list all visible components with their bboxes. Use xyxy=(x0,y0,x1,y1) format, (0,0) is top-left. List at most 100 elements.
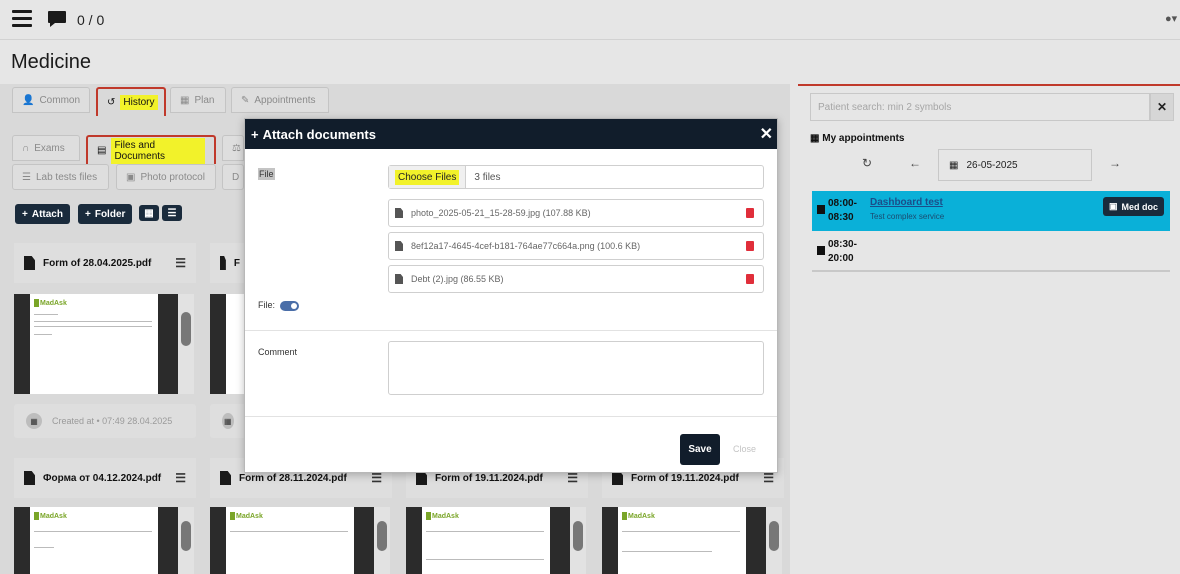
close-button[interactable]: Close xyxy=(733,444,756,454)
file-icon xyxy=(395,241,403,251)
file-label: File xyxy=(258,168,275,180)
menu-icon[interactable] xyxy=(12,10,32,28)
scrollbar[interactable] xyxy=(178,507,194,574)
logo-icon xyxy=(34,512,39,520)
my-appointments-label: My appointments xyxy=(822,133,905,144)
tab-lab-tests-files[interactable]: ☰ Lab tests files xyxy=(12,164,109,190)
file-icon xyxy=(24,256,35,270)
document-card-header[interactable]: Form of 28.04.2025.pdf ☰ xyxy=(14,243,196,283)
database-icon: ▤ xyxy=(97,145,107,156)
choose-files-button[interactable]: Choose Files xyxy=(389,166,467,188)
document-preview[interactable]: MadAsk xyxy=(406,507,586,574)
photo-icon: ▣ xyxy=(126,171,136,183)
attach-label: Attach xyxy=(31,208,63,220)
file-input[interactable]: Choose Files 3 files xyxy=(388,165,764,189)
document-title: Form of 28.04.2025.pdf xyxy=(43,257,152,269)
document-preview[interactable]: MadAsk xyxy=(602,507,782,574)
flask-icon: ⚖ xyxy=(232,142,241,154)
med-doc-label: Med doc xyxy=(1121,201,1158,212)
file-name: 8ef12a17-4645-4cef-b181-764ae77c664a.png… xyxy=(411,241,641,251)
menu-icon[interactable]: ☰ xyxy=(371,471,382,485)
appointment-item[interactable]: 08:00- 08:30 Dashboard test Test complex… xyxy=(812,191,1170,231)
tab-exams[interactable]: ∩ Exams xyxy=(12,135,80,161)
appointment-time: 08:30- 20:00 xyxy=(828,238,857,266)
arrow-right-icon[interactable]: → xyxy=(1109,156,1121,170)
menu-icon[interactable]: ☰ xyxy=(175,256,186,270)
tab-label: Files and Documents xyxy=(111,137,205,164)
divider xyxy=(245,416,777,417)
time-to: 20:00 xyxy=(828,253,854,264)
document-preview[interactable]: MadAsk xyxy=(210,507,390,574)
folder-button[interactable]: + Folder xyxy=(78,204,133,224)
calendar-icon: ▦ xyxy=(810,133,820,144)
document-title: F xyxy=(233,257,240,269)
tab-photo-protocol[interactable]: ▣ Photo protocol xyxy=(116,164,216,190)
appointment-title-link[interactable]: Dashboard test xyxy=(870,197,943,208)
plus-icon: + xyxy=(22,208,28,220)
menu-icon[interactable]: ☰ xyxy=(763,471,774,485)
document-preview[interactable]: MadAsk xyxy=(14,294,194,394)
preview-page: MadAsk xyxy=(422,507,550,574)
save-button[interactable]: Save xyxy=(680,434,720,465)
tab-history[interactable]: ↺ History xyxy=(96,87,166,116)
patient-search-input[interactable]: Patient search: min 2 symbols xyxy=(810,93,1150,121)
list-view-icon[interactable]: ☰ xyxy=(162,205,182,221)
file-icon xyxy=(220,471,231,485)
trash-icon[interactable] xyxy=(746,208,754,218)
attached-file: photo_2025-05-21_15-28-59.jpg (107.88 KB… xyxy=(388,199,764,227)
scroll-thumb[interactable] xyxy=(181,521,191,551)
chat-icon[interactable] xyxy=(47,10,67,28)
preview-page: MadAsk xyxy=(226,507,354,574)
preview-logo: MadAsk xyxy=(628,513,655,520)
scroll-thumb[interactable] xyxy=(377,521,387,551)
file-toggle[interactable] xyxy=(280,301,299,311)
tab-more[interactable]: ⚖ xyxy=(222,135,244,161)
user-menu-icon[interactable]: ●▾ xyxy=(1165,12,1177,25)
close-icon[interactable]: ✕ xyxy=(760,124,773,144)
scroll-thumb[interactable] xyxy=(181,312,191,346)
appointment-item[interactable]: 08:30- 20:00 xyxy=(812,232,1170,272)
comment-textarea[interactable] xyxy=(388,341,764,395)
appointment-service: Test complex service xyxy=(870,212,945,221)
preview-line xyxy=(34,547,54,548)
scrollbar[interactable] xyxy=(766,507,782,574)
preview-logo: MadAsk xyxy=(432,513,459,520)
calendar-icon: ▦ xyxy=(949,159,959,171)
scrollbar[interactable] xyxy=(374,507,390,574)
attached-file: Debt (2).jpg (86.55 KB) xyxy=(388,265,764,293)
document-preview[interactable]: MadAsk xyxy=(14,507,194,574)
tab-more-2[interactable]: D xyxy=(222,164,244,190)
logo-icon xyxy=(426,512,431,520)
appointment-time: 08:00- 08:30 xyxy=(828,197,857,225)
grid-view-icon[interactable]: ▦ xyxy=(139,205,159,221)
plus-icon: + xyxy=(85,208,91,220)
scrollbar[interactable] xyxy=(178,294,194,394)
preview-line xyxy=(426,531,544,532)
trash-icon[interactable] xyxy=(746,274,754,284)
refresh-icon[interactable]: ↻ xyxy=(862,156,872,170)
tab-plan[interactable]: ▦ Plan xyxy=(170,87,226,113)
attach-button[interactable]: + Attach xyxy=(15,204,70,224)
tab-files-and-documents[interactable]: ▤ Files and Documents xyxy=(86,135,216,164)
divider xyxy=(245,330,777,331)
preview-line xyxy=(34,321,152,322)
scroll-thumb[interactable] xyxy=(769,521,779,551)
date-picker[interactable]: ▦ 26-05-2025 xyxy=(938,149,1092,181)
scrollbar[interactable] xyxy=(570,507,586,574)
arrow-left-icon[interactable]: ← xyxy=(909,156,921,170)
tab-label: Photo protocol xyxy=(140,171,205,183)
menu-icon[interactable]: ☰ xyxy=(175,471,186,485)
preview-line xyxy=(426,559,544,560)
logo-icon xyxy=(622,512,627,520)
document-card-header[interactable]: Форма от 04.12.2024.pdf ☰ xyxy=(14,458,196,498)
tab-appointments[interactable]: ✎ Appointments xyxy=(231,87,329,113)
tab-label: D xyxy=(232,171,240,183)
calendar-icon xyxy=(817,205,825,214)
clear-search-button[interactable]: ✕ xyxy=(1150,93,1174,121)
med-doc-button[interactable]: ▣ Med doc xyxy=(1102,197,1164,216)
scroll-thumb[interactable] xyxy=(573,521,583,551)
tab-common[interactable]: 👤 Common xyxy=(12,87,90,113)
preview-logo: MadAsk xyxy=(236,513,263,520)
menu-icon[interactable]: ☰ xyxy=(567,471,578,485)
trash-icon[interactable] xyxy=(746,241,754,251)
